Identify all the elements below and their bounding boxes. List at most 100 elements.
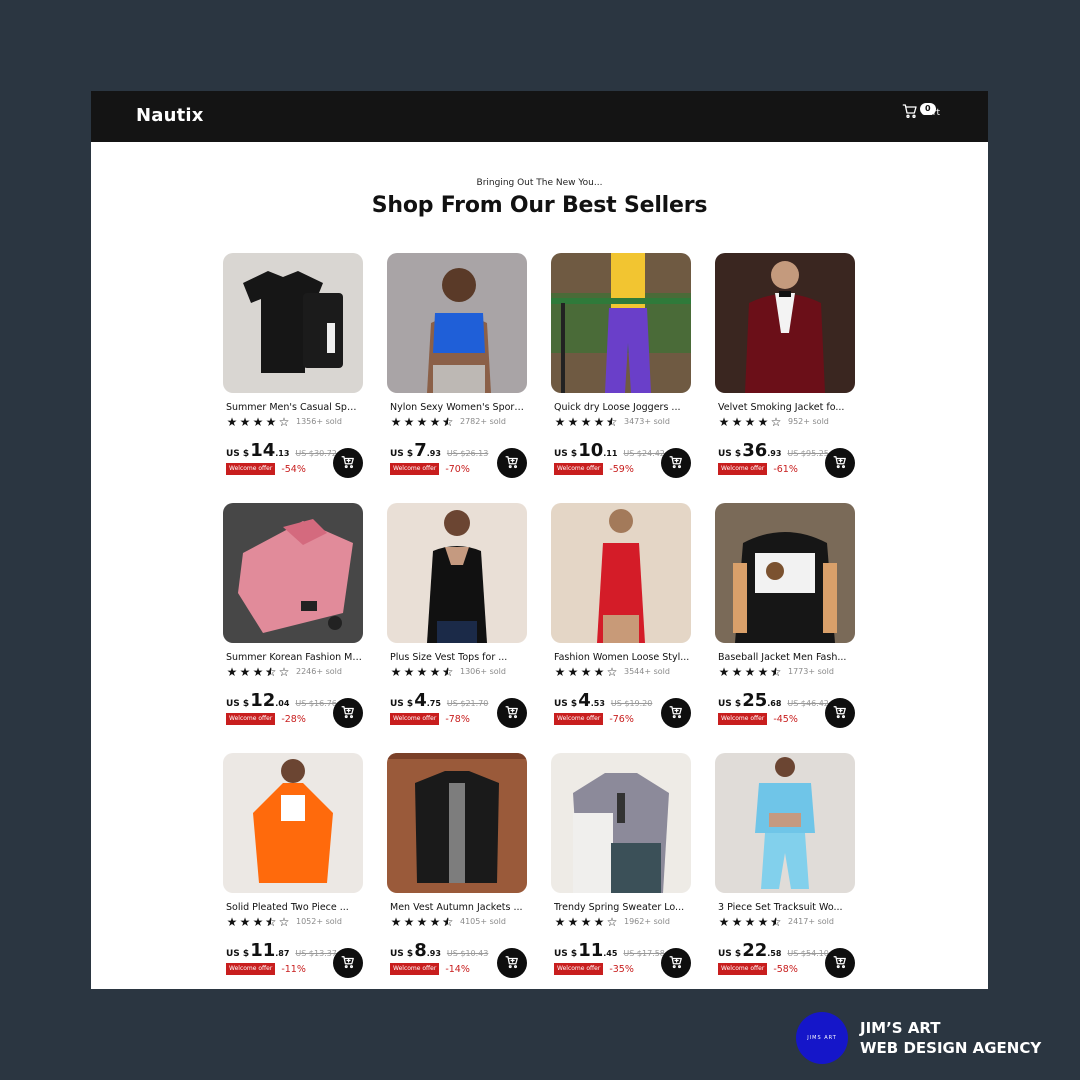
product-image[interactable] xyxy=(715,253,855,393)
product-card[interactable]: Quick dry Loose Joggers ... ★ ★ ★ ★ ★ ☆ 3473+ s… xyxy=(551,253,691,503)
product-image[interactable] xyxy=(551,753,691,893)
add-to-cart-button[interactable] xyxy=(497,948,527,978)
add-to-cart-button[interactable] xyxy=(825,448,855,478)
welcome-offer-badge: Welcome offer xyxy=(390,713,440,725)
add-to-cart-button[interactable] xyxy=(825,698,855,728)
price-whole: 4 xyxy=(578,690,591,711)
original-price: US $17.58 xyxy=(623,949,665,958)
price-whole: 10 xyxy=(578,440,604,461)
product-card[interactable]: Plus Size Vest Tops for ... ★ ★ ★ ★ ★ ☆ 1306+ s… xyxy=(387,503,527,753)
currency-label: US $ xyxy=(226,449,250,459)
add-to-cart-button[interactable] xyxy=(333,448,363,478)
product-card[interactable]: 3 Piece Set Tracksuit Wo... ★ ★ ★ ★ ★ ☆ 2417+ s… xyxy=(715,753,855,989)
original-price: US $54.10 xyxy=(787,949,829,958)
product-card[interactable]: Summer Men's Casual Sport... ★ ★ ★ ★ ☆ 1356+ s… xyxy=(223,253,363,503)
original-price: US $16.76 xyxy=(295,699,337,708)
product-image[interactable] xyxy=(715,753,855,893)
product-image[interactable] xyxy=(387,253,527,393)
product-title[interactable]: Solid Pleated Two Piece ... xyxy=(226,902,362,913)
cart-add-icon xyxy=(669,704,683,723)
product-title[interactable]: Summer Men's Casual Sport... xyxy=(226,402,362,413)
product-card[interactable]: Velvet Smoking Jacket fo... ★ ★ ★ ★ ☆ 952+ sol… xyxy=(715,253,855,503)
sold-count: 2246+ sold xyxy=(296,667,342,676)
welcome-offer-badge: Welcome offer xyxy=(554,963,604,975)
add-to-cart-button[interactable] xyxy=(661,948,691,978)
discount-percent: -59% xyxy=(609,463,634,475)
star-filled-icon: ★ xyxy=(226,914,238,929)
brand-logo[interactable]: Nautix xyxy=(136,105,204,126)
star-filled-icon: ★ xyxy=(554,664,566,679)
top-navbar: Nautix 0 Cart xyxy=(91,91,988,142)
price-cents: .13 xyxy=(275,449,290,458)
product-title[interactable]: Fashion Women Loose Styl... xyxy=(554,652,690,663)
currency-label: US $ xyxy=(390,699,414,709)
star-filled-icon: ★ xyxy=(718,414,730,429)
product-card[interactable]: Solid Pleated Two Piece ... ★ ★ ★ ★ ☆ ☆ 1052+ s… xyxy=(223,753,363,989)
product-title[interactable]: Baseball Jacket Men Fash... xyxy=(718,652,854,663)
discount-percent: -45% xyxy=(773,713,798,725)
rating-stars: ★ ★ ★ ★ ☆ ☆ xyxy=(226,916,290,928)
cart-add-icon xyxy=(505,454,519,473)
product-image[interactable] xyxy=(551,503,691,643)
star-half-icon: ★ ☆ xyxy=(442,664,454,679)
discount-percent: -11% xyxy=(281,963,306,975)
cart-add-icon xyxy=(341,454,355,473)
discount-percent: -28% xyxy=(281,713,306,725)
add-to-cart-button[interactable] xyxy=(825,948,855,978)
product-title[interactable]: Nylon Sexy Women's Sport... xyxy=(390,402,526,413)
star-filled-icon: ★ xyxy=(757,414,769,429)
price-whole: 7 xyxy=(414,440,427,461)
star-filled-icon: ★ xyxy=(429,414,441,429)
product-card[interactable]: Nylon Sexy Women's Sport... ★ ★ ★ ★ ★ ☆ 2782+ s… xyxy=(387,253,527,503)
price-whole: 22 xyxy=(742,940,768,961)
currency-label: US $ xyxy=(718,449,742,459)
welcome-offer-badge: Welcome offer xyxy=(554,463,604,475)
star-half-icon: ★ ☆ xyxy=(770,914,782,929)
sold-count: 2782+ sold xyxy=(460,417,506,426)
star-filled-icon: ★ xyxy=(567,414,579,429)
product-image[interactable] xyxy=(551,253,691,393)
product-image[interactable] xyxy=(223,503,363,643)
add-to-cart-button[interactable] xyxy=(497,448,527,478)
product-title[interactable]: Summer Korean Fashion Me... xyxy=(226,652,362,663)
cart-icon xyxy=(902,103,918,119)
product-title[interactable]: Quick dry Loose Joggers ... xyxy=(554,402,690,413)
star-filled-icon: ★ xyxy=(390,664,402,679)
cart-button[interactable]: 0 Cart xyxy=(902,103,940,119)
price-whole: 14 xyxy=(250,440,276,461)
star-filled-icon: ★ xyxy=(580,664,592,679)
sold-count: 3473+ sold xyxy=(624,417,670,426)
add-to-cart-button[interactable] xyxy=(333,948,363,978)
agency-branding: JIMS ART JIM’S ART WEB DESIGN AGENCY xyxy=(796,1012,1041,1064)
rating-stars: ★ ★ ★ ★ ★ ☆ xyxy=(390,666,454,678)
product-card[interactable]: Summer Korean Fashion Me... ★ ★ ★ ★ ☆ ☆ 2246+ s… xyxy=(223,503,363,753)
product-card[interactable]: Men Vest Autumn Jackets ... ★ ★ ★ ★ ★ ☆ 4105+ s… xyxy=(387,753,527,989)
product-title[interactable]: Velvet Smoking Jacket fo... xyxy=(718,402,854,413)
currency-label: US $ xyxy=(554,449,578,459)
product-image[interactable] xyxy=(387,503,527,643)
product-title[interactable]: Plus Size Vest Tops for ... xyxy=(390,652,526,663)
star-filled-icon: ★ xyxy=(744,914,756,929)
product-image[interactable] xyxy=(223,253,363,393)
price-cents: .87 xyxy=(275,949,290,958)
star-filled-icon: ★ xyxy=(554,414,566,429)
product-image[interactable] xyxy=(223,753,363,893)
product-title[interactable]: Trendy Spring Sweater Lo... xyxy=(554,902,690,913)
product-title[interactable]: Men Vest Autumn Jackets ... xyxy=(390,902,526,913)
product-title[interactable]: 3 Piece Set Tracksuit Wo... xyxy=(718,902,854,913)
product-image[interactable] xyxy=(387,753,527,893)
star-filled-icon: ★ xyxy=(593,414,605,429)
product-card[interactable]: Baseball Jacket Men Fash... ★ ★ ★ ★ ★ ☆ 1773+ s… xyxy=(715,503,855,753)
add-to-cart-button[interactable] xyxy=(333,698,363,728)
product-image[interactable] xyxy=(715,503,855,643)
add-to-cart-button[interactable] xyxy=(661,698,691,728)
star-empty-icon: ☆ xyxy=(278,664,290,679)
product-rating: ★ ★ ★ ★ ☆ 3544+ sold xyxy=(554,665,691,678)
add-to-cart-button[interactable] xyxy=(497,698,527,728)
star-filled-icon: ★ xyxy=(390,914,402,929)
product-card[interactable]: Fashion Women Loose Styl... ★ ★ ★ ★ ☆ 3544+ so… xyxy=(551,503,691,753)
star-filled-icon: ★ xyxy=(580,914,592,929)
product-card[interactable]: Trendy Spring Sweater Lo... ★ ★ ★ ★ ☆ 1962+ so… xyxy=(551,753,691,989)
currency-label: US $ xyxy=(718,949,742,959)
add-to-cart-button[interactable] xyxy=(661,448,691,478)
